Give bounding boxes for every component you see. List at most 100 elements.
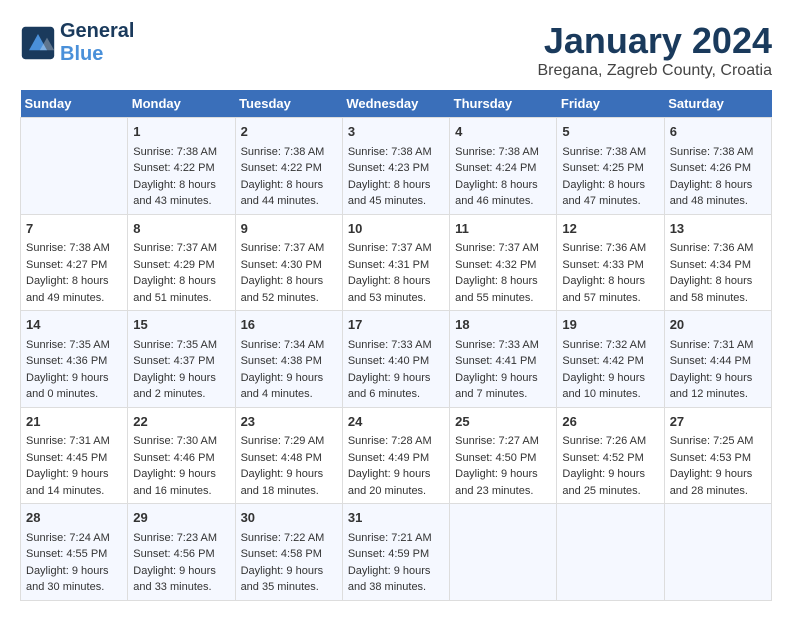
sunset-text: Sunset: 4:31 PM <box>348 257 444 274</box>
daylight-text: Daylight: 9 hours and 6 minutes. <box>348 370 444 403</box>
daylight-text: Daylight: 9 hours and 18 minutes. <box>241 466 337 499</box>
calendar-cell-w5-d6 <box>557 504 664 601</box>
daylight-text: Daylight: 8 hours and 52 minutes. <box>241 273 337 306</box>
header-wednesday: Wednesday <box>342 90 449 118</box>
sunset-text: Sunset: 4:33 PM <box>562 257 658 274</box>
sunset-text: Sunset: 4:55 PM <box>26 546 122 563</box>
sunrise-text: Sunrise: 7:38 AM <box>670 144 766 161</box>
sunrise-text: Sunrise: 7:37 AM <box>241 240 337 257</box>
header-thursday: Thursday <box>450 90 557 118</box>
daylight-text: Daylight: 8 hours and 49 minutes. <box>26 273 122 306</box>
sunset-text: Sunset: 4:58 PM <box>241 546 337 563</box>
header-friday: Friday <box>557 90 664 118</box>
sunset-text: Sunset: 4:37 PM <box>133 353 229 370</box>
day-number: 8 <box>133 219 229 239</box>
logo-text-line2: Blue <box>60 43 134 66</box>
day-number: 31 <box>348 508 444 528</box>
logo: General Blue <box>20 20 134 66</box>
sunrise-text: Sunrise: 7:29 AM <box>241 433 337 450</box>
daylight-text: Daylight: 9 hours and 28 minutes. <box>670 466 766 499</box>
header-monday: Monday <box>128 90 235 118</box>
sunset-text: Sunset: 4:49 PM <box>348 450 444 467</box>
calendar-cell-w3-d2: 15Sunrise: 7:35 AMSunset: 4:37 PMDayligh… <box>128 311 235 408</box>
sunrise-text: Sunrise: 7:22 AM <box>241 530 337 547</box>
logo-text-line1: General <box>60 20 134 43</box>
day-number: 28 <box>26 508 122 528</box>
sunrise-text: Sunrise: 7:36 AM <box>562 240 658 257</box>
daylight-text: Daylight: 8 hours and 57 minutes. <box>562 273 658 306</box>
day-number: 1 <box>133 122 229 142</box>
sunrise-text: Sunrise: 7:21 AM <box>348 530 444 547</box>
day-number: 4 <box>455 122 551 142</box>
sunset-text: Sunset: 4:29 PM <box>133 257 229 274</box>
sunset-text: Sunset: 4:23 PM <box>348 160 444 177</box>
daylight-text: Daylight: 9 hours and 2 minutes. <box>133 370 229 403</box>
calendar-cell-w2-d1: 7Sunrise: 7:38 AMSunset: 4:27 PMDaylight… <box>21 214 128 311</box>
calendar-cell-w1-d4: 3Sunrise: 7:38 AMSunset: 4:23 PMDaylight… <box>342 118 449 215</box>
title-section: January 2024 Bregana, Zagreb County, Cro… <box>538 20 773 80</box>
day-number: 17 <box>348 315 444 335</box>
daylight-text: Daylight: 9 hours and 23 minutes. <box>455 466 551 499</box>
daylight-text: Daylight: 9 hours and 38 minutes. <box>348 563 444 596</box>
sunset-text: Sunset: 4:26 PM <box>670 160 766 177</box>
sunset-text: Sunset: 4:53 PM <box>670 450 766 467</box>
calendar-header: Sunday Monday Tuesday Wednesday Thursday… <box>21 90 772 118</box>
calendar-cell-w3-d3: 16Sunrise: 7:34 AMSunset: 4:38 PMDayligh… <box>235 311 342 408</box>
sunrise-text: Sunrise: 7:38 AM <box>455 144 551 161</box>
calendar-cell-w5-d7 <box>664 504 771 601</box>
day-number: 16 <box>241 315 337 335</box>
sunset-text: Sunset: 4:22 PM <box>133 160 229 177</box>
daylight-text: Daylight: 9 hours and 25 minutes. <box>562 466 658 499</box>
calendar-cell-w1-d7: 6 Sunrise: 7:38 AMSunset: 4:26 PMDaylight… <box>664 118 771 215</box>
sunset-text: Sunset: 4:27 PM <box>26 257 122 274</box>
sunrise-text: Sunrise: 7:35 AM <box>133 337 229 354</box>
header-saturday: Saturday <box>664 90 771 118</box>
daylight-text: Daylight: 8 hours and 48 minutes. <box>670 177 766 210</box>
sunrise-text: Sunrise: 7:38 AM <box>241 144 337 161</box>
sunset-text: Sunset: 4:34 PM <box>670 257 766 274</box>
sunset-text: Sunset: 4:59 PM <box>348 546 444 563</box>
daylight-text: Daylight: 9 hours and 20 minutes. <box>348 466 444 499</box>
sunrise-text: Sunrise: 7:38 AM <box>26 240 122 257</box>
day-number: 6 <box>670 122 766 142</box>
sunset-text: Sunset: 4:50 PM <box>455 450 551 467</box>
calendar-cell-w2-d7: 13Sunrise: 7:36 AMSunset: 4:34 PMDayligh… <box>664 214 771 311</box>
day-number: 21 <box>26 412 122 432</box>
month-title: January 2024 <box>538 20 773 62</box>
daylight-text: Daylight: 8 hours and 55 minutes. <box>455 273 551 306</box>
calendar-cell-w2-d4: 10Sunrise: 7:37 AMSunset: 4:31 PMDayligh… <box>342 214 449 311</box>
daylight-text: Daylight: 9 hours and 12 minutes. <box>670 370 766 403</box>
sunset-text: Sunset: 4:38 PM <box>241 353 337 370</box>
sunrise-text: Sunrise: 7:37 AM <box>455 240 551 257</box>
sunrise-text: Sunrise: 7:36 AM <box>670 240 766 257</box>
daylight-text: Daylight: 8 hours and 53 minutes. <box>348 273 444 306</box>
sunrise-text: Sunrise: 7:37 AM <box>133 240 229 257</box>
daylight-text: Daylight: 8 hours and 44 minutes. <box>241 177 337 210</box>
day-number: 20 <box>670 315 766 335</box>
calendar-table: Sunday Monday Tuesday Wednesday Thursday… <box>20 90 772 601</box>
sunrise-text: Sunrise: 7:31 AM <box>670 337 766 354</box>
calendar-cell-w4-d1: 21Sunrise: 7:31 AMSunset: 4:45 PMDayligh… <box>21 407 128 504</box>
calendar-cell-w3-d5: 18Sunrise: 7:33 AMSunset: 4:41 PMDayligh… <box>450 311 557 408</box>
calendar-cell-w1-d2: 1Sunrise: 7:38 AMSunset: 4:22 PMDaylight… <box>128 118 235 215</box>
daylight-text: Daylight: 9 hours and 35 minutes. <box>241 563 337 596</box>
calendar-cell-w5-d2: 29Sunrise: 7:23 AMSunset: 4:56 PMDayligh… <box>128 504 235 601</box>
sunset-text: Sunset: 4:44 PM <box>670 353 766 370</box>
calendar-cell-w1-d1 <box>21 118 128 215</box>
day-number: 22 <box>133 412 229 432</box>
day-number: 24 <box>348 412 444 432</box>
sunset-text: Sunset: 4:45 PM <box>26 450 122 467</box>
sunrise-text: Sunrise: 7:38 AM <box>348 144 444 161</box>
logo-icon <box>20 25 56 61</box>
day-number: 10 <box>348 219 444 239</box>
sunrise-text: Sunrise: 7:35 AM <box>26 337 122 354</box>
calendar-cell-w2-d3: 9Sunrise: 7:37 AMSunset: 4:30 PMDaylight… <box>235 214 342 311</box>
day-number: 19 <box>562 315 658 335</box>
day-number: 26 <box>562 412 658 432</box>
sunset-text: Sunset: 4:52 PM <box>562 450 658 467</box>
sunset-text: Sunset: 4:46 PM <box>133 450 229 467</box>
sunrise-text: Sunrise: 7:28 AM <box>348 433 444 450</box>
sunrise-text: Sunrise: 7:27 AM <box>455 433 551 450</box>
daylight-text: Daylight: 9 hours and 30 minutes. <box>26 563 122 596</box>
calendar-cell-w3-d6: 19Sunrise: 7:32 AMSunset: 4:42 PMDayligh… <box>557 311 664 408</box>
